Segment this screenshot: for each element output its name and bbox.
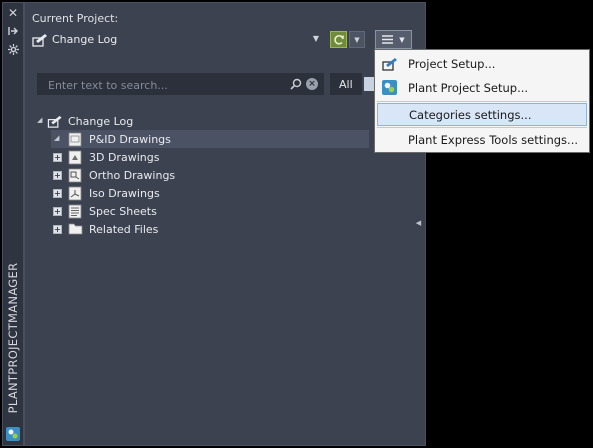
tree-item-ortho-drawings[interactable]: + Ortho Drawings xyxy=(51,166,175,184)
project-setup-icon xyxy=(382,56,397,71)
tree-item-label: P&ID Drawings xyxy=(89,132,171,146)
tree-item-related-files[interactable]: + Related Files xyxy=(51,220,158,238)
menu-item-categories-settings[interactable]: Categories settings... xyxy=(377,103,587,126)
project-name: Change Log xyxy=(52,33,118,46)
tree-item-3d-drawings[interactable]: + 3D Drawings xyxy=(51,148,159,166)
tree-item-label: Spec Sheets xyxy=(89,204,157,218)
clear-search-icon[interactable]: × xyxy=(306,78,318,90)
tree-item-label: Iso Drawings xyxy=(89,186,160,200)
search-icon[interactable] xyxy=(290,78,302,90)
menu-item-plant-express-tools-settings[interactable]: Plant Express Tools settings... xyxy=(375,128,589,151)
tree-item-label: 3D Drawings xyxy=(89,150,160,164)
tree-item-iso-drawings[interactable]: + Iso Drawings xyxy=(51,184,160,202)
expand-icon[interactable]: + xyxy=(53,225,62,234)
menu-item-project-setup[interactable]: Project Setup... xyxy=(375,52,589,75)
project-icon xyxy=(32,32,48,48)
plant-project-setup-icon xyxy=(382,80,397,95)
filter-dropdown[interactable]: All xyxy=(330,73,362,95)
tree-root[interactable]: Change Log xyxy=(47,112,133,130)
tree-item-pid-drawings[interactable]: ◢ P&ID Drawings xyxy=(51,130,369,148)
refresh-button[interactable] xyxy=(330,31,347,48)
menu-separator xyxy=(377,101,587,102)
collapse-icon[interactable]: ◢ xyxy=(54,134,59,142)
chevron-down-icon: ▼ xyxy=(312,34,319,43)
drawing-sheet-icon xyxy=(68,132,84,147)
project-icon xyxy=(47,114,63,129)
project-selector[interactable]: Change Log ▼ xyxy=(30,31,323,51)
palette-side-strip: ✕ PLANTPROJECTMANAGER xyxy=(2,2,24,446)
search-box: × xyxy=(37,73,324,95)
folder-icon xyxy=(68,222,84,237)
pin-icon[interactable] xyxy=(3,23,23,39)
menu-icon xyxy=(382,35,394,44)
tree-item-spec-sheets[interactable]: + Spec Sheets xyxy=(51,202,157,220)
3d-drawing-icon xyxy=(68,150,84,165)
close-icon[interactable]: ✕ xyxy=(3,5,23,21)
refresh-options-button[interactable]: ▼ xyxy=(349,31,365,48)
tree-item-label: Related Files xyxy=(89,222,159,236)
expand-icon[interactable]: + xyxy=(53,171,62,180)
tree-item-label: Ortho Drawings xyxy=(89,168,176,182)
spec-sheet-icon xyxy=(68,204,84,219)
tree-root-label: Change Log xyxy=(68,114,134,128)
plant-logo-icon xyxy=(6,427,20,441)
chevron-down-icon: ▼ xyxy=(399,35,405,44)
iso-drawing-icon xyxy=(68,186,84,201)
menu-item-plant-project-setup[interactable]: Plant Project Setup... xyxy=(375,76,589,99)
expand-icon[interactable]: + xyxy=(53,153,62,162)
palette-title: PLANTPROJECTMANAGER xyxy=(6,262,20,414)
ortho-drawing-icon xyxy=(68,168,84,183)
refresh-icon xyxy=(333,34,344,45)
current-project-label: Current Project: xyxy=(32,12,119,25)
options-dropdown-menu: Project Setup... Plant Project Setup... … xyxy=(374,49,590,153)
collapse-panel-handle[interactable]: ◀ xyxy=(413,205,424,241)
expand-icon[interactable]: + xyxy=(53,207,62,216)
options-menu-button[interactable]: ▼ xyxy=(375,30,412,49)
search-input[interactable] xyxy=(46,77,280,94)
expand-icon[interactable]: + xyxy=(53,189,62,198)
filter-dropdown-edge xyxy=(364,77,374,91)
settings-icon[interactable] xyxy=(3,41,23,57)
